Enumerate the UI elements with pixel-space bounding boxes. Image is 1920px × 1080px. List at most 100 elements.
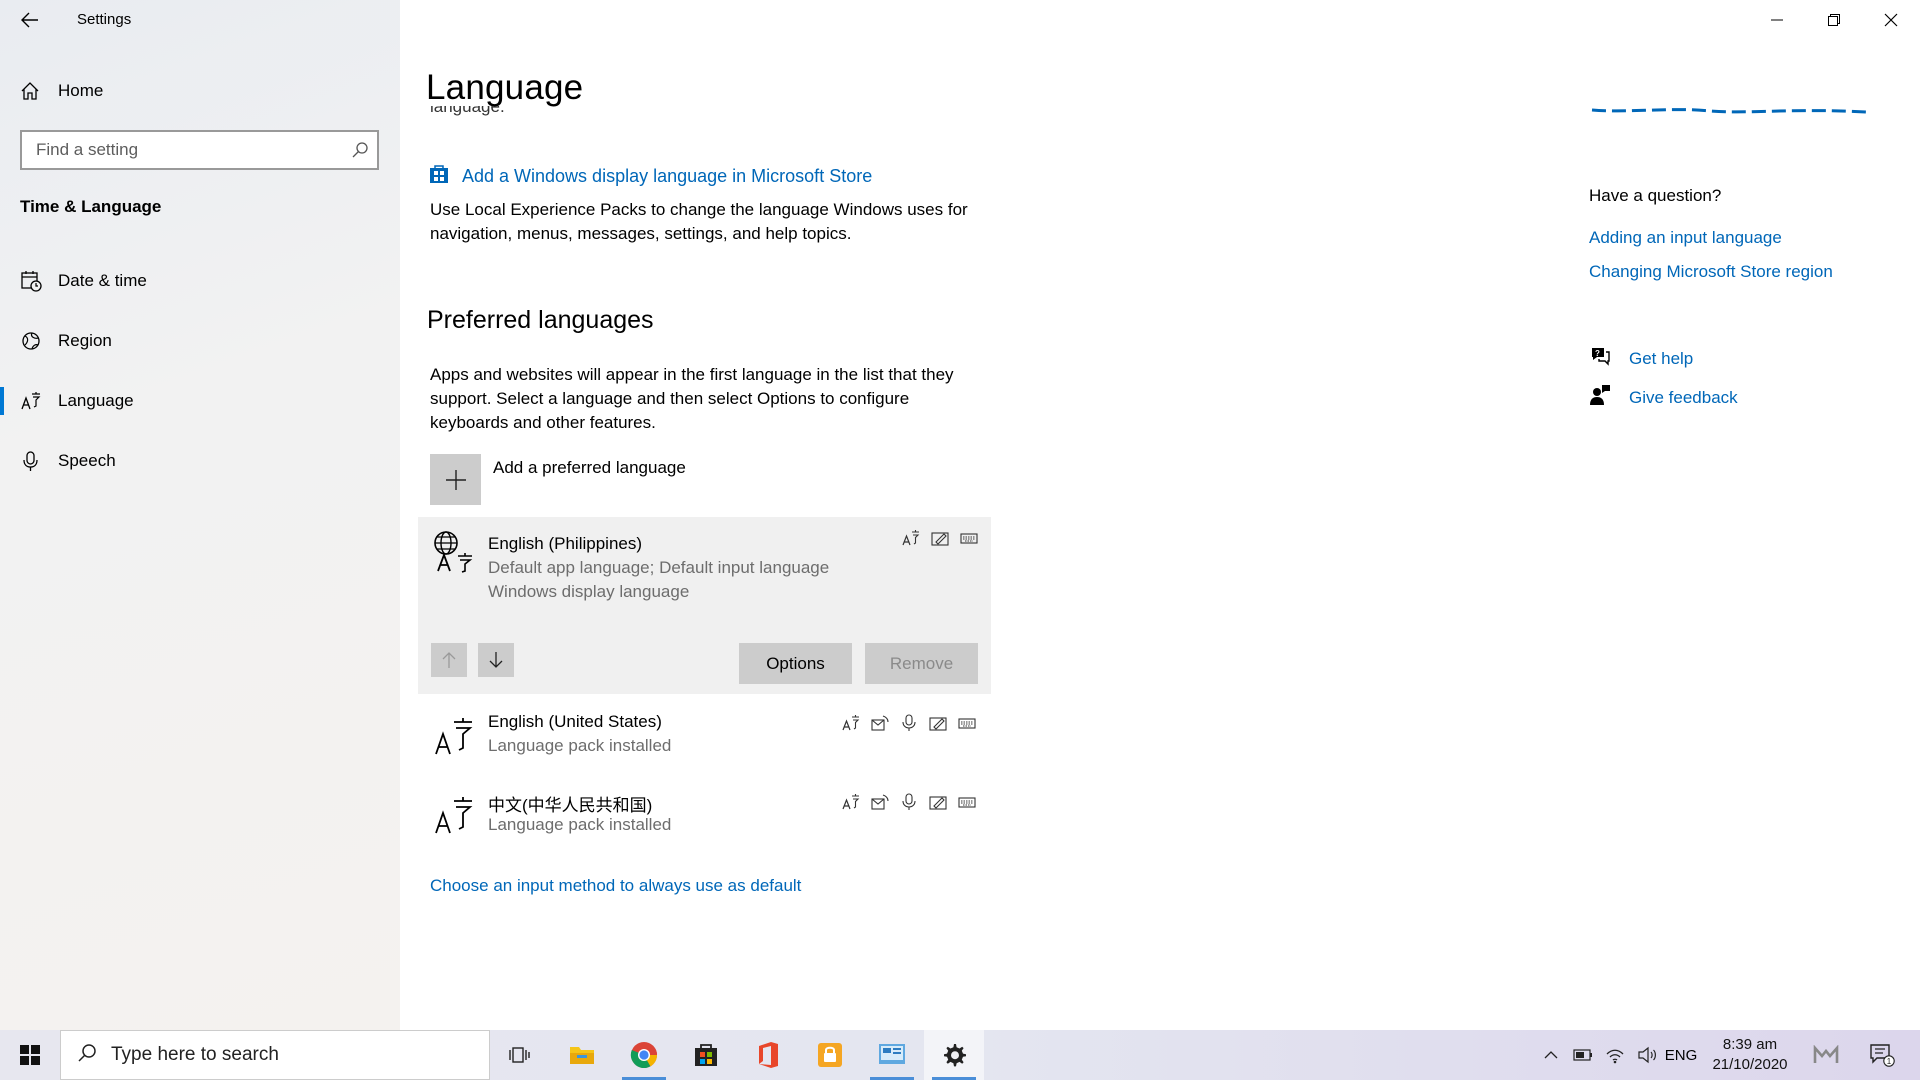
calendar-clock-icon [20, 270, 42, 292]
search-icon [77, 1043, 97, 1068]
battery-tray[interactable] [1568, 1030, 1598, 1080]
language-name: 中文(中华人民共和国) [488, 796, 653, 815]
find-setting-input[interactable] [22, 132, 332, 168]
find-setting-search[interactable] [20, 130, 379, 170]
wifi-icon [1606, 1049, 1624, 1064]
preferred-languages-description: Apps and websites will appear in the fir… [430, 365, 954, 432]
get-help-label: Get help [1629, 348, 1694, 368]
windows-logo-icon [20, 1045, 40, 1065]
action-center-button[interactable]: 1 [1862, 1030, 1902, 1080]
store-bag-icon [428, 163, 450, 190]
keyboard-icon [958, 714, 976, 732]
active-indicator [0, 387, 4, 415]
sidebar-item-language[interactable]: Language [0, 379, 400, 423]
sidebar-item-label: Date & time [58, 271, 147, 290]
language-name: English (United States) [488, 712, 662, 731]
close-button[interactable] [1863, 0, 1919, 40]
chrome-button[interactable] [614, 1030, 674, 1080]
lock-app-button[interactable] [800, 1030, 860, 1080]
handwriting-icon [929, 714, 947, 732]
preferred-languages-heading: Preferred languages [427, 306, 654, 334]
back-arrow-icon [21, 12, 38, 28]
arrow-up-icon [442, 652, 456, 668]
move-down-button[interactable] [478, 643, 514, 677]
handwriting-icon [929, 793, 947, 811]
language-status: Language pack installed [488, 815, 672, 834]
store-display-language-link[interactable]: Add a Windows display language in Micros… [428, 163, 872, 190]
display-language-icon [902, 529, 920, 547]
lock-app-icon [818, 1043, 842, 1067]
section-title: Time & Language [20, 197, 162, 216]
microsoft-store-icon [695, 1044, 717, 1066]
office-icon [759, 1042, 778, 1068]
sidebar-item-label: Speech [58, 451, 116, 470]
notification-count: 1 [1887, 1057, 1892, 1066]
taskbar-search-box[interactable]: Type here to search [60, 1030, 490, 1080]
minimize-icon [1771, 19, 1783, 21]
mail-app-tray[interactable] [1808, 1030, 1844, 1080]
window-title: Settings [77, 11, 132, 28]
language-features [842, 714, 976, 732]
language-icon [432, 793, 476, 837]
remove-button[interactable]: Remove [865, 643, 978, 684]
nav-home[interactable]: Home [0, 70, 400, 112]
language-features [842, 793, 976, 811]
show-hidden-icons-button[interactable] [1538, 1030, 1564, 1080]
plus-icon [430, 454, 481, 505]
language-icon [20, 390, 42, 412]
changing-store-region-link[interactable]: Changing Microsoft Store region [1589, 262, 1833, 282]
network-tray[interactable] [1600, 1030, 1630, 1080]
clock-time: 8:39 am [1722, 1036, 1778, 1053]
display-language-icon [842, 714, 860, 732]
language-item-english-united-states[interactable]: English (United States) Language pack in… [418, 700, 991, 778]
language-item-chinese[interactable]: 中文(中华人民共和国) Language pack installed [418, 779, 991, 857]
task-view-button[interactable] [490, 1030, 550, 1080]
microphone-icon [20, 450, 42, 472]
language-features [902, 529, 978, 547]
speech-icon [900, 793, 918, 811]
options-button[interactable]: Options [739, 643, 852, 684]
language-status: Default app language; Default input lang… [488, 558, 830, 577]
volume-tray[interactable] [1632, 1030, 1662, 1080]
settings-button[interactable] [924, 1030, 984, 1080]
taskbar-search-placeholder: Type here to search [111, 1044, 279, 1065]
file-explorer-icon [570, 1047, 594, 1064]
control-panel-button[interactable] [862, 1030, 922, 1080]
office-button[interactable] [738, 1030, 798, 1080]
search-icon [351, 141, 369, 164]
input-language-indicator[interactable]: ENG [1662, 1030, 1700, 1080]
chevron-up-icon [1544, 1051, 1558, 1059]
text-to-speech-icon [871, 714, 889, 732]
adding-input-language-link[interactable]: Adding an input language [1589, 228, 1782, 248]
restore-button[interactable] [1806, 0, 1862, 40]
keyboard-icon [958, 793, 976, 811]
clock[interactable]: 8:39 am 21/10/2020 [1700, 1035, 1800, 1075]
home-icon [20, 81, 40, 106]
settings-gear-icon [944, 1044, 966, 1067]
chat-help-icon: ? [1589, 345, 1611, 372]
microsoft-store-button[interactable] [676, 1030, 736, 1080]
file-explorer-button[interactable] [552, 1030, 612, 1080]
start-button[interactable] [0, 1030, 60, 1080]
back-button[interactable] [18, 8, 42, 32]
taskbar: Type here to search ENG 8:39 am 21/10/20… [0, 1030, 1920, 1080]
add-preferred-language-button[interactable]: Add a preferred language [430, 454, 686, 505]
page-title: Language [426, 68, 584, 107]
sidebar-item-speech[interactable]: Speech [0, 439, 400, 483]
get-help-link[interactable]: ? Get help [1589, 345, 1693, 372]
nav-home-label: Home [58, 81, 104, 100]
battery-icon [1573, 1049, 1592, 1061]
globe-icon [20, 330, 42, 352]
minimize-button[interactable] [1749, 0, 1805, 40]
give-feedback-link[interactable]: Give feedback [1589, 384, 1738, 411]
language-status-2: Windows display language [488, 582, 690, 601]
display-language-globe-icon [432, 529, 476, 573]
sidebar-item-region[interactable]: Region [0, 319, 400, 363]
have-a-question-heading: Have a question? [1589, 186, 1722, 205]
sidebar-item-date-time[interactable]: Date & time [0, 259, 400, 303]
choose-input-method-link[interactable]: Choose an input method to always use as … [430, 876, 801, 896]
language-item-english-philippines[interactable]: English (Philippines) Default app langua… [418, 517, 991, 694]
clipped-text: language. [430, 106, 505, 116]
move-up-button[interactable] [431, 643, 467, 677]
arrow-down-icon [489, 652, 503, 668]
